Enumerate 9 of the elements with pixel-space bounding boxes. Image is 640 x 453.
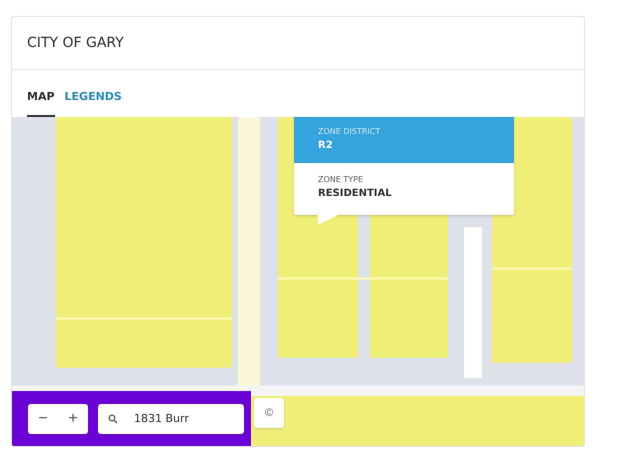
field-value: R2 [318, 140, 333, 151]
field-label: ZONE DISTRICT [318, 127, 380, 136]
search-icon [108, 414, 118, 424]
panel-title: CITY OF GARY [27, 35, 124, 51]
attribution-button[interactable]: © [254, 398, 284, 428]
search-field[interactable]: 1831 Burr [98, 404, 244, 434]
field-label: ZONE TYPE [318, 175, 364, 184]
field-value: RESIDENTIAL [318, 188, 392, 199]
tab[interactable]: LEGENDS [64, 90, 122, 117]
